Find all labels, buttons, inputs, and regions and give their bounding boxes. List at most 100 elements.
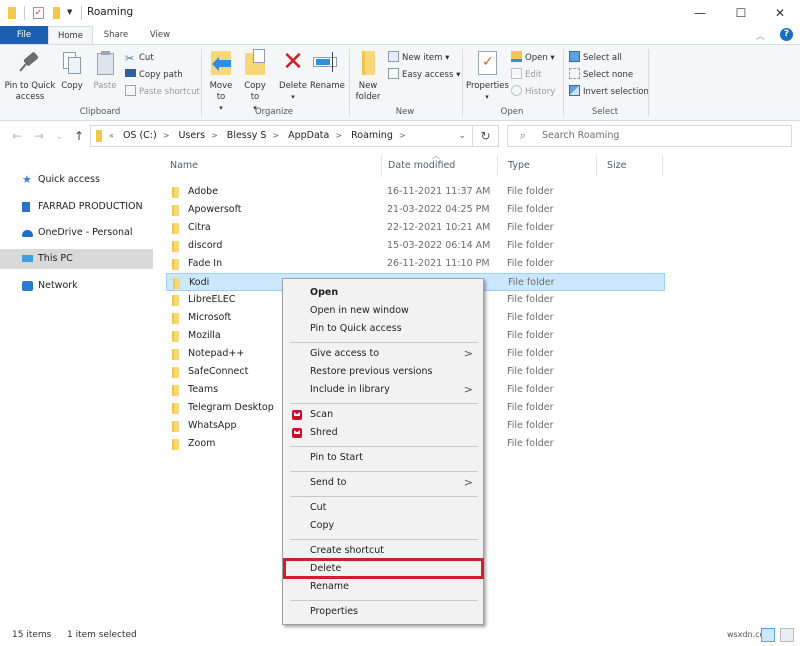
help-icon[interactable]: ? [780, 28, 793, 41]
menu-item-open-in-new-window[interactable]: Open in new window [285, 302, 481, 320]
file-name: discord [188, 240, 223, 251]
file-row[interactable]: discord 15-03-2022 06:14 AM File folder [166, 237, 665, 255]
details-view-button[interactable] [761, 628, 775, 642]
search-input[interactable]: ⌕ Search Roaming [507, 125, 792, 147]
breadcrumb-item[interactable]: Blessy S [227, 130, 267, 141]
sidebar-item-network[interactable]: Network [0, 276, 153, 296]
file-row[interactable]: Adobe 16-11-2021 11:37 AM File folder [166, 183, 665, 201]
pin-to-quick-access-button[interactable]: Pin to Quick access [4, 49, 56, 103]
column-name[interactable]: Name [160, 155, 382, 177]
star-icon: ★ [22, 173, 32, 186]
new-folder-icon[interactable] [53, 7, 60, 19]
copy-to-button[interactable]: Copy to ▾ [240, 49, 270, 114]
menu-item-pin-to-start[interactable]: Pin to Start [285, 449, 481, 467]
menu-item-label: Properties [310, 606, 359, 617]
select-none-icon [569, 68, 580, 79]
chevron-right-icon[interactable]: > [211, 131, 218, 140]
file-row[interactable]: Apowersoft 21-03-2022 04:25 PM File folder [166, 201, 665, 219]
large-icons-view-button[interactable] [780, 628, 794, 642]
customize-dropdown-icon[interactable]: ▼ [67, 8, 72, 16]
sidebar-item-farrad-production[interactable]: FARRAD PRODUCTION [0, 197, 153, 217]
tab-file[interactable]: File [0, 26, 48, 44]
menu-item-restore-previous-versions[interactable]: Restore previous versions [285, 363, 481, 381]
forward-button[interactable]: → [34, 129, 44, 143]
refresh-button[interactable]: ↻ [473, 125, 499, 147]
menu-item-pin-to-quick-access[interactable]: Pin to Quick access [285, 320, 481, 338]
edit-button[interactable]: Edit [511, 68, 541, 82]
new-folder-button[interactable]: New folder [353, 49, 383, 103]
select-none-button[interactable]: Select none [569, 68, 633, 82]
select-all-button[interactable]: Select all [569, 51, 622, 65]
chevron-right-icon[interactable]: > [335, 131, 342, 140]
folder-icon [172, 439, 179, 450]
cut-button[interactable]: ✂ Cut [125, 51, 154, 65]
properties-button[interactable]: ✓ Properties ▾ [466, 49, 509, 103]
breadcrumb-overflow[interactable]: « [109, 131, 114, 140]
chevron-right-icon[interactable]: > [399, 131, 406, 140]
breadcrumb-item[interactable]: Users [178, 130, 205, 141]
chevron-down-icon[interactable]: ⌄ [458, 126, 466, 146]
copy-label: Copy [61, 81, 83, 91]
copy-path-icon [125, 69, 136, 77]
paste-button[interactable]: Paste [90, 49, 120, 92]
file-name: Adobe [188, 186, 219, 197]
back-button[interactable]: ← [12, 129, 22, 143]
maximize-button[interactable]: ☐ [721, 0, 761, 26]
delete-ribbon-button[interactable]: ✕ Delete ▾ [277, 49, 309, 103]
rename-button[interactable]: Rename [310, 49, 345, 92]
menu-item-give-access-to[interactable]: Give access to > [285, 345, 481, 363]
new-item-button[interactable]: New item ▾ [388, 51, 449, 65]
breadcrumb-item[interactable]: Roaming [351, 130, 393, 141]
file-row[interactable]: Fade In 26-11-2021 11:10 PM File folder [166, 255, 665, 273]
easy-access-button[interactable]: Easy access ▾ [388, 68, 460, 82]
folder-icon [8, 7, 16, 19]
paste-shortcut-button[interactable]: Paste shortcut [125, 85, 200, 99]
address-bar[interactable]: « OS (C:) > Users > Blessy S > AppData > Roa… [90, 125, 473, 147]
menu-item-include-in-library[interactable]: Include in library > [285, 381, 481, 399]
file-row[interactable]: Citra 22-12-2021 10:21 AM File folder [166, 219, 665, 237]
chevron-right-icon[interactable]: > [163, 131, 170, 140]
menu-item-label: Open [310, 287, 339, 298]
breadcrumb-item[interactable]: AppData [288, 130, 329, 141]
close-button[interactable]: ✕ [760, 0, 800, 26]
menu-item-send-to[interactable]: Send to > [285, 474, 481, 492]
window-title: Roaming [87, 6, 134, 18]
up-button[interactable]: ↑ [74, 129, 84, 143]
menu-item-properties[interactable]: Properties [285, 603, 481, 621]
properties-icon: ✓ [475, 49, 499, 77]
sidebar-item-quick-access[interactable]: ★ Quick access [0, 170, 153, 190]
item-count: 15 items [12, 630, 52, 640]
folder-icon [172, 205, 179, 216]
column-type[interactable]: Type [498, 155, 597, 177]
open-folder-icon [511, 51, 522, 62]
properties-icon[interactable]: ✓ [33, 7, 44, 19]
sidebar-item-this-pc[interactable]: This PC [0, 249, 153, 269]
title-bar: ✓ ▼ Roaming — ☐ ✕ [0, 0, 800, 26]
menu-item-scan[interactable]: Scan [285, 406, 481, 424]
chevron-right-icon[interactable]: > [272, 131, 279, 140]
minimize-button[interactable]: — [680, 0, 720, 26]
folder-icon [172, 403, 179, 414]
menu-item-copy[interactable]: Copy [285, 517, 481, 535]
copy-button[interactable]: Copy [58, 49, 86, 92]
invert-selection-button[interactable]: Invert selection [569, 85, 649, 99]
open-button[interactable]: Open ▾ [511, 51, 555, 65]
menu-item-rename[interactable]: Rename [285, 578, 481, 596]
menu-item-shred[interactable]: Shred [285, 424, 481, 442]
tab-share[interactable]: Share [98, 26, 134, 44]
menu-item-cut[interactable]: Cut [285, 499, 481, 517]
folder-icon [172, 313, 179, 324]
collapse-ribbon-icon[interactable]: ︿ [756, 29, 765, 42]
column-size[interactable]: Size [597, 155, 663, 177]
sidebar-item-onedrive[interactable]: OneDrive - Personal [0, 223, 153, 243]
menu-separator [290, 539, 478, 540]
move-to-button[interactable]: Move to ▾ [206, 49, 236, 114]
tab-view[interactable]: View [142, 26, 178, 44]
history-button[interactable]: History [511, 85, 555, 99]
recent-locations-dropdown[interactable]: ⌄ [56, 132, 63, 141]
menu-item-open[interactable]: Open [285, 284, 481, 302]
tab-home[interactable]: Home [48, 26, 93, 44]
breadcrumb-item[interactable]: OS (C:) [123, 130, 157, 141]
column-date-modified[interactable]: Date modified [378, 155, 498, 177]
copy-path-button[interactable]: Copy path [125, 68, 183, 82]
